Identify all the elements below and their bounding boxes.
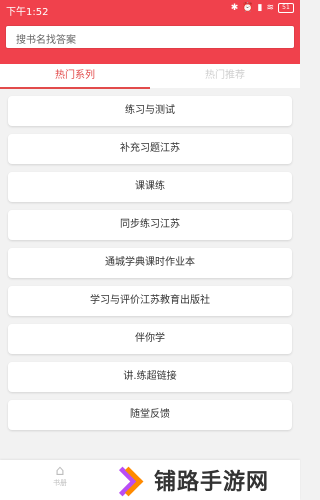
search-placeholder: 搜书名找答案 [16,35,76,46]
tab-hot-recommend[interactable]: 热门推荐 [150,64,300,88]
watermark-text: 铺路手游网 [154,470,270,495]
battery-icon: 51 [278,3,294,13]
list-item[interactable]: 通城学典课时作业本 [8,248,292,278]
bluetooth-icon: ✱ [230,3,239,13]
list-item[interactable]: 伴你学 [8,324,292,354]
list-item-label: 同步练习江苏 [120,219,180,230]
watermark-logo-icon [107,462,148,498]
tab-bar: 热门系列 热门推荐 [0,64,300,89]
list-item-label: 补充习题江苏 [120,143,180,154]
list-item[interactable]: 讲.练超链接 [8,362,292,392]
status-icons: ✱ ⏰ ▮ ≋ 51 [231,3,294,13]
header-bar: 下午1:52 ✱ ⏰ ▮ ≋ 51 搜书名找答案 [0,0,300,64]
signal-icon: ▮ [257,3,263,13]
home-icon: ⌂ [55,463,65,479]
alarm-icon: ⏰ [242,3,254,13]
list-item-label: 练习与测试 [125,105,175,116]
series-list: 练习与测试 补充习题江苏 课课练 同步练习江苏 通城学典课时作业本 学习与评价江… [8,96,292,438]
search-input[interactable]: 搜书名找答案 [6,26,294,48]
list-item[interactable]: 学习与评价江苏教育出版社 [8,286,292,316]
list-item-label: 随堂反馈 [130,409,170,420]
list-item-label: 伴你学 [135,333,165,344]
list-item[interactable]: 随堂反馈 [8,400,292,430]
list-item-label: 学习与评价江苏教育出版社 [90,295,210,306]
list-item[interactable]: 课课练 [8,172,292,202]
status-time: 下午1:52 [6,7,49,18]
watermark: 铺路手游网 [107,460,300,500]
list-item[interactable]: 补充习题江苏 [8,134,292,164]
wifi-icon: ≋ [266,3,274,13]
tab-underline [0,87,150,89]
nav-home-label: 书册 [53,479,67,487]
nav-home[interactable]: ⌂ 书册 [45,464,75,488]
tab-hot-recommend-label: 热门推荐 [205,70,245,81]
list-item[interactable]: 练习与测试 [8,96,292,126]
status-bar: 下午1:52 ✱ ⏰ ▮ ≋ 51 [0,0,300,18]
tab-hot-series-label: 热门系列 [55,70,95,81]
list-item-label: 通城学典课时作业本 [105,257,195,268]
list-item-label: 讲.练超链接 [123,371,177,382]
tab-hot-series[interactable]: 热门系列 [0,64,150,89]
list-item-label: 课课练 [135,181,165,192]
list-item[interactable]: 同步练习江苏 [8,210,292,240]
